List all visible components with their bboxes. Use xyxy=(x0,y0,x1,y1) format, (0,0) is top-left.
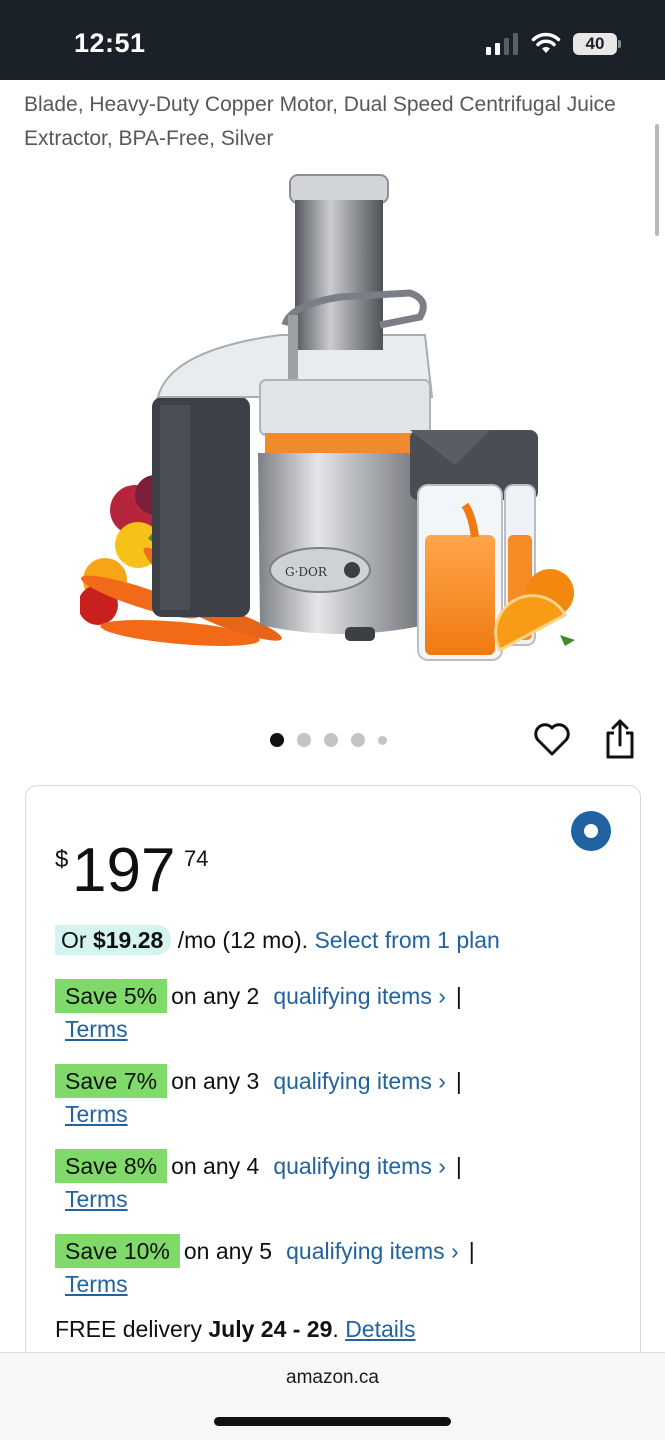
promo-text: on any 2 xyxy=(171,983,260,1009)
brand-logo: G·DOR xyxy=(285,565,328,579)
installment-badge: Or $19.28 xyxy=(55,925,172,955)
status-time: 12:51 xyxy=(74,28,146,58)
product-title: Blade, Heavy-Duty Copper Motor, Dual Spe… xyxy=(24,93,616,150)
qualifying-items-link[interactable]: qualifying items › xyxy=(286,1238,459,1264)
save-badge: Save 7% xyxy=(55,1064,168,1098)
product-image[interactable]: G·DOR xyxy=(80,165,585,670)
save-badge: Save 8% xyxy=(55,1149,168,1183)
delivery-dates: July 24 - 29 xyxy=(208,1316,333,1342)
delivery-details-link[interactable]: Details xyxy=(345,1316,415,1342)
installment-terms: /mo (12 mo). xyxy=(177,927,315,953)
heart-icon[interactable] xyxy=(532,719,572,759)
delivery-prefix: FREE delivery xyxy=(55,1316,209,1342)
save-badge: Save 10% xyxy=(55,1234,180,1268)
promo-row: Save 8% on any 4 qualifying items › | xyxy=(55,1149,462,1183)
browser-address-bar[interactable]: amazon.ca xyxy=(0,1352,665,1440)
terms-link[interactable]: Terms xyxy=(65,1016,128,1043)
battery-icon: 40 xyxy=(573,33,621,55)
promo-text: on any 3 xyxy=(171,1068,260,1094)
battery-level: 40 xyxy=(573,33,617,55)
price-fraction: 74 xyxy=(184,846,209,871)
terms-link[interactable]: Terms xyxy=(65,1186,128,1213)
price-whole: 197 xyxy=(72,836,176,905)
buy-option-radio[interactable] xyxy=(571,811,611,851)
promo-separator: | xyxy=(455,983,462,1009)
scroll-indicator xyxy=(655,124,659,236)
installment-offer: Or $19.28 /mo (12 mo). Select from 1 pla… xyxy=(55,924,500,956)
promo-separator: | xyxy=(468,1238,475,1264)
select-plan-link[interactable]: Select from 1 plan xyxy=(314,927,499,953)
terms-link[interactable]: Terms xyxy=(65,1101,128,1128)
promo-text: on any 4 xyxy=(171,1153,260,1179)
home-indicator[interactable] xyxy=(214,1417,451,1426)
carousel-dot[interactable] xyxy=(324,733,338,747)
image-carousel-dots[interactable] xyxy=(270,733,387,747)
delivery-info: FREE delivery July 24 - 29. Details xyxy=(55,1316,416,1342)
url-text[interactable]: amazon.ca xyxy=(0,1367,665,1389)
share-icon[interactable] xyxy=(602,717,638,761)
carousel-dot[interactable] xyxy=(378,735,387,745)
cellular-signal-icon xyxy=(486,33,518,55)
qualifying-items-link[interactable]: qualifying items › xyxy=(273,1153,446,1179)
status-bar: 12:51 40 xyxy=(0,0,665,80)
promo-row: Save 7% on any 3 qualifying items › | xyxy=(55,1064,462,1098)
promo-row: Save 5% on any 2 qualifying items › | xyxy=(55,979,462,1013)
carousel-dot[interactable] xyxy=(270,733,284,747)
promo-separator: | xyxy=(455,1068,462,1094)
carousel-dot[interactable] xyxy=(351,733,365,747)
terms-link[interactable]: Terms xyxy=(65,1271,128,1298)
promo-separator: | xyxy=(455,1153,462,1179)
promo-row: Save 10% on any 5 qualifying items › | xyxy=(55,1234,475,1268)
save-badge: Save 5% xyxy=(55,979,168,1013)
promo-text: on any 5 xyxy=(183,1238,273,1264)
qualifying-items-link[interactable]: qualifying items › xyxy=(273,983,446,1009)
qualifying-items-link[interactable]: qualifying items › xyxy=(273,1068,446,1094)
installment-amount: $19.28 xyxy=(92,927,164,953)
wifi-icon xyxy=(531,32,561,53)
carousel-dot[interactable] xyxy=(297,733,311,747)
price-currency: $ xyxy=(55,846,69,873)
